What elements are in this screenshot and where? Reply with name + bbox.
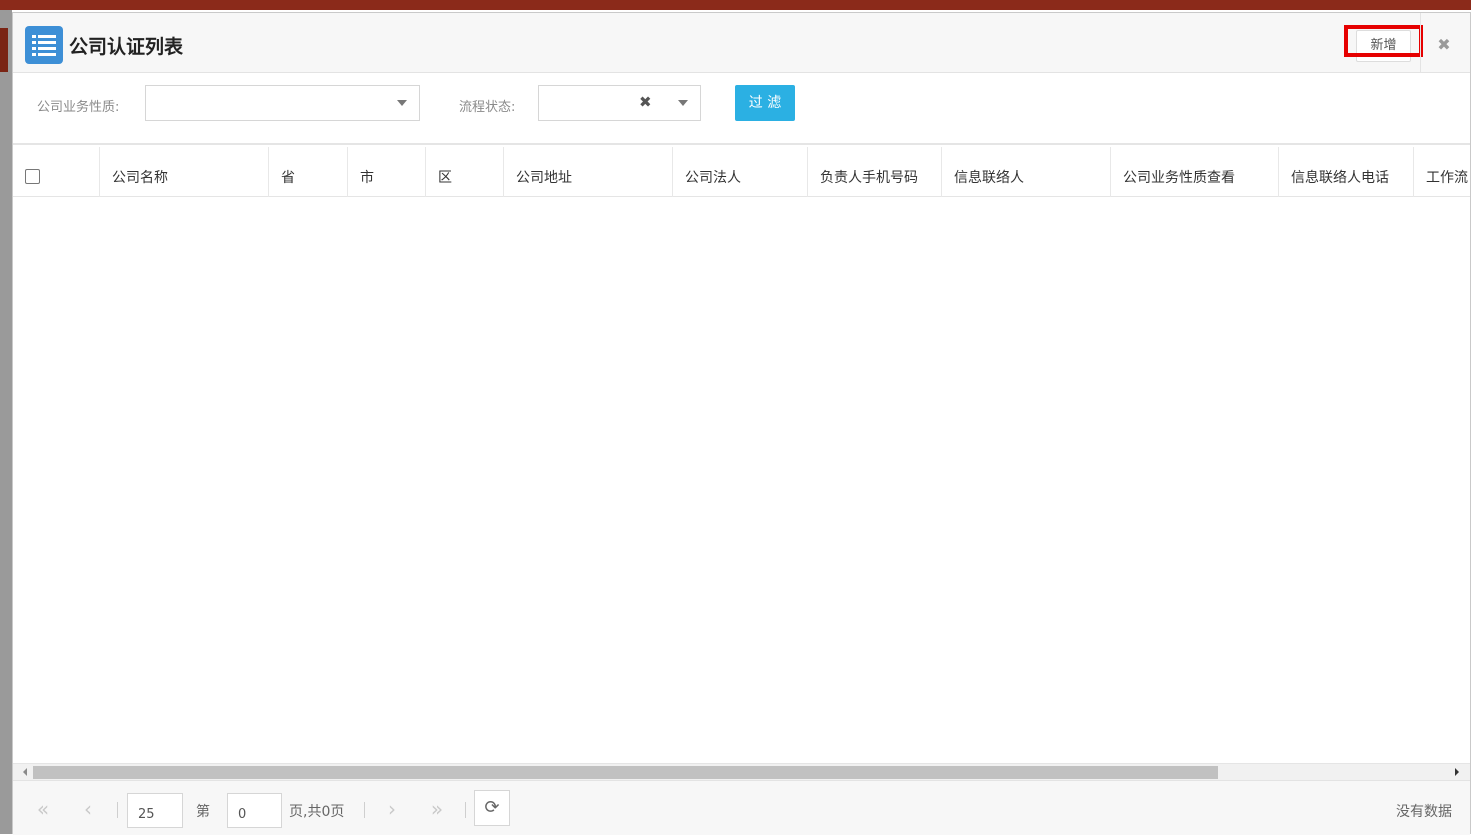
backdrop-top (0, 0, 1471, 10)
company-certification-dialog: 公司认证列表 新增 ✖ 公司业务性质: 流程状态: ✖ 过 滤 公司名称 省 市… (12, 12, 1471, 835)
dialog-header: 公司认证列表 新增 ✖ (13, 13, 1470, 73)
close-icon[interactable]: ✖ (1432, 33, 1456, 57)
column-header[interactable]: 公司地址 (503, 147, 672, 197)
chevron-down-icon (397, 100, 407, 106)
header-divider (1420, 13, 1421, 73)
dialog-title: 公司认证列表 (69, 36, 184, 58)
list-icon (25, 26, 63, 64)
pager-divider (117, 802, 118, 818)
scroll-left-icon[interactable] (23, 768, 27, 776)
page-total-label: 页,共0页 (289, 804, 345, 820)
process-status-select[interactable]: ✖ (538, 85, 701, 121)
business-nature-select[interactable] (145, 85, 420, 121)
column-header[interactable]: 负责人手机号码 (807, 147, 941, 197)
column-header[interactable]: 省 (268, 147, 347, 197)
column-header[interactable]: 公司法人 (672, 147, 807, 197)
add-button[interactable]: 新增 (1356, 30, 1411, 62)
filter-bar: 公司业务性质: 流程状态: ✖ 过 滤 (13, 73, 1470, 145)
backdrop-strip (0, 28, 8, 72)
scrollbar-thumb[interactable] (33, 766, 1218, 779)
backdrop-left (0, 10, 12, 834)
table-header: 公司名称 省 市 区 公司地址 公司法人 负责人手机号码 信息联络人 公司业务性… (13, 147, 1470, 197)
pagination-bar: « ‹ 25 第 0 页,共0页 › » ⟳ 没有数据 (13, 780, 1470, 835)
column-header[interactable]: 公司业务性质查看 (1110, 147, 1278, 197)
column-header[interactable]: 区 (425, 147, 503, 197)
first-page-icon[interactable]: « (26, 791, 60, 827)
column-header[interactable]: 公司名称 (99, 147, 268, 197)
column-header[interactable]: 工作流 (1413, 147, 1471, 197)
pager-divider (364, 802, 365, 818)
clear-icon[interactable]: ✖ (639, 93, 652, 111)
select-all-checkbox[interactable] (25, 169, 40, 184)
business-nature-label: 公司业务性质: (37, 100, 120, 115)
page-size-input[interactable]: 25 (127, 793, 183, 828)
select-all-cell (13, 147, 99, 197)
page-number-input[interactable]: 0 (227, 793, 282, 828)
prev-page-icon[interactable]: ‹ (71, 791, 105, 827)
process-status-label: 流程状态: (459, 100, 516, 115)
pager-status: 没有数据 (1396, 804, 1452, 820)
scroll-right-icon[interactable] (1455, 768, 1459, 776)
table-body (13, 197, 1470, 763)
filter-button[interactable]: 过 滤 (735, 85, 795, 121)
pager-divider (465, 802, 466, 818)
horizontal-scrollbar[interactable] (13, 763, 1470, 780)
page-prefix-label: 第 (196, 804, 210, 820)
next-page-icon[interactable]: › (375, 791, 409, 827)
column-header[interactable]: 信息联络人 (941, 147, 1110, 197)
column-header[interactable]: 市 (347, 147, 425, 197)
column-header[interactable]: 信息联络人电话 (1278, 147, 1413, 197)
chevron-down-icon (678, 100, 688, 106)
refresh-icon[interactable]: ⟳ (474, 790, 510, 826)
last-page-icon[interactable]: » (420, 791, 454, 827)
